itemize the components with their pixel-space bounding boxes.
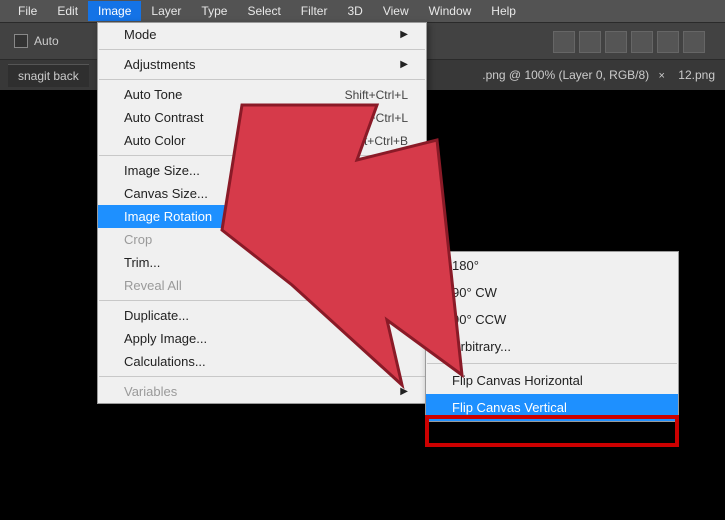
auto-checkbox[interactable] <box>14 34 28 48</box>
menu-shortcut: Shift+Ctrl+L <box>345 88 408 102</box>
auto-label: Auto <box>34 34 59 48</box>
menu-shortcut: Shift+Ctrl+B <box>343 134 408 148</box>
menu-item-reveal-all: Reveal All <box>98 274 426 297</box>
submenu-item-90ccw[interactable]: 90° CCW <box>426 306 678 333</box>
align-icon[interactable] <box>553 31 575 53</box>
menu-separator <box>99 300 425 301</box>
menu-label: Flip Canvas Vertical <box>452 400 567 415</box>
menu-label: Auto Color <box>124 133 185 148</box>
menu-label: 90° CCW <box>452 312 506 327</box>
menu-item-trim[interactable]: Trim... <box>98 251 426 274</box>
menu-label: Auto Tone <box>124 87 182 102</box>
menu-label: Crop <box>124 232 152 247</box>
menu-separator <box>99 79 425 80</box>
menu-item-mode[interactable]: Mode ▶ <box>98 23 426 46</box>
menu-label: Mode <box>124 27 157 42</box>
menu-image[interactable]: Image <box>88 1 141 21</box>
menu-file[interactable]: File <box>8 1 47 21</box>
chevron-right-icon: ▶ <box>400 211 408 222</box>
image-rotation-submenu: 180° 90° CW 90° CCW Arbitrary... Flip Ca… <box>425 251 679 422</box>
menu-type[interactable]: Type <box>191 1 237 21</box>
menu-label: Calculations... <box>124 354 206 369</box>
menu-separator <box>427 363 677 364</box>
menu-item-calculations[interactable]: Calculations... <box>98 350 426 373</box>
image-menu-dropdown: Mode ▶ Adjustments ▶ Auto Tone Shift+Ctr… <box>97 22 427 404</box>
align-icon[interactable] <box>579 31 601 53</box>
submenu-item-flip-horizontal[interactable]: Flip Canvas Horizontal <box>426 367 678 394</box>
menu-item-adjustments[interactable]: Adjustments ▶ <box>98 53 426 76</box>
menu-label: Duplicate... <box>124 308 189 323</box>
align-icon[interactable] <box>605 31 627 53</box>
menu-item-auto-contrast[interactable]: Auto Contrast Alt+Shift+Ctrl+L <box>98 106 426 129</box>
menu-item-image-size[interactable]: Image Size... <box>98 159 426 182</box>
menu-separator <box>99 376 425 377</box>
menu-label: Apply Image... <box>124 331 207 346</box>
menu-item-auto-tone[interactable]: Auto Tone Shift+Ctrl+L <box>98 83 426 106</box>
chevron-right-icon: ▶ <box>400 29 408 40</box>
menu-label: Adjustments <box>124 57 196 72</box>
submenu-item-arbitrary[interactable]: Arbitrary... <box>426 333 678 360</box>
menu-edit[interactable]: Edit <box>47 1 88 21</box>
menu-help[interactable]: Help <box>481 1 526 21</box>
menu-filter[interactable]: Filter <box>291 1 338 21</box>
toolbar-icons <box>553 31 705 53</box>
menu-label: Reveal All <box>124 278 182 293</box>
menu-item-variables: Variables ▶ <box>98 380 426 403</box>
menu-layer[interactable]: Layer <box>141 1 191 21</box>
menu-label: Auto Contrast <box>124 110 204 125</box>
tab-title: snagit back <box>18 69 79 83</box>
menu-item-duplicate[interactable]: Duplicate... <box>98 304 426 327</box>
menu-item-apply-image[interactable]: Apply Image... <box>98 327 426 350</box>
tab-title: .png @ 100% (Layer 0, RGB/8) <box>482 68 649 82</box>
chevron-right-icon: ▶ <box>400 59 408 70</box>
distribute-icon[interactable] <box>631 31 653 53</box>
menu-label: Flip Canvas Horizontal <box>452 373 583 388</box>
menu-select[interactable]: Select <box>237 1 290 21</box>
menu-label: Trim... <box>124 255 160 270</box>
close-icon[interactable]: × <box>659 70 665 82</box>
menu-label: Image Size... <box>124 163 200 178</box>
menu-item-canvas-size[interactable]: Canvas Size... <box>98 182 426 205</box>
distribute-icon[interactable] <box>683 31 705 53</box>
menu-label: Arbitrary... <box>452 339 511 354</box>
submenu-item-flip-vertical[interactable]: Flip Canvas Vertical <box>426 394 678 421</box>
menu-view[interactable]: View <box>373 1 419 21</box>
menu-shortcut: Alt+Shift+Ctrl+L <box>324 111 408 125</box>
menu-item-crop: Crop <box>98 228 426 251</box>
menu-label: Variables <box>124 384 177 399</box>
distribute-icon[interactable] <box>657 31 679 53</box>
chevron-right-icon: ▶ <box>400 386 408 397</box>
menu-separator <box>99 155 425 156</box>
submenu-item-180[interactable]: 180° <box>426 252 678 279</box>
menu-label: Image Rotation <box>124 209 212 224</box>
menu-label: Canvas Size... <box>124 186 208 201</box>
tab-title: 12.png <box>678 68 715 82</box>
menu-separator <box>99 49 425 50</box>
menu-label: 180° <box>452 258 479 273</box>
menu-window[interactable]: Window <box>419 1 482 21</box>
document-tab[interactable]: snagit back <box>8 64 89 87</box>
menubar: File Edit Image Layer Type Select Filter… <box>0 0 725 22</box>
menu-item-image-rotation[interactable]: Image Rotation ▶ <box>98 205 426 228</box>
menu-3d[interactable]: 3D <box>337 1 372 21</box>
submenu-item-90cw[interactable]: 90° CW <box>426 279 678 306</box>
menu-label: 90° CW <box>452 285 497 300</box>
menu-item-auto-color[interactable]: Auto Color Shift+Ctrl+B <box>98 129 426 152</box>
